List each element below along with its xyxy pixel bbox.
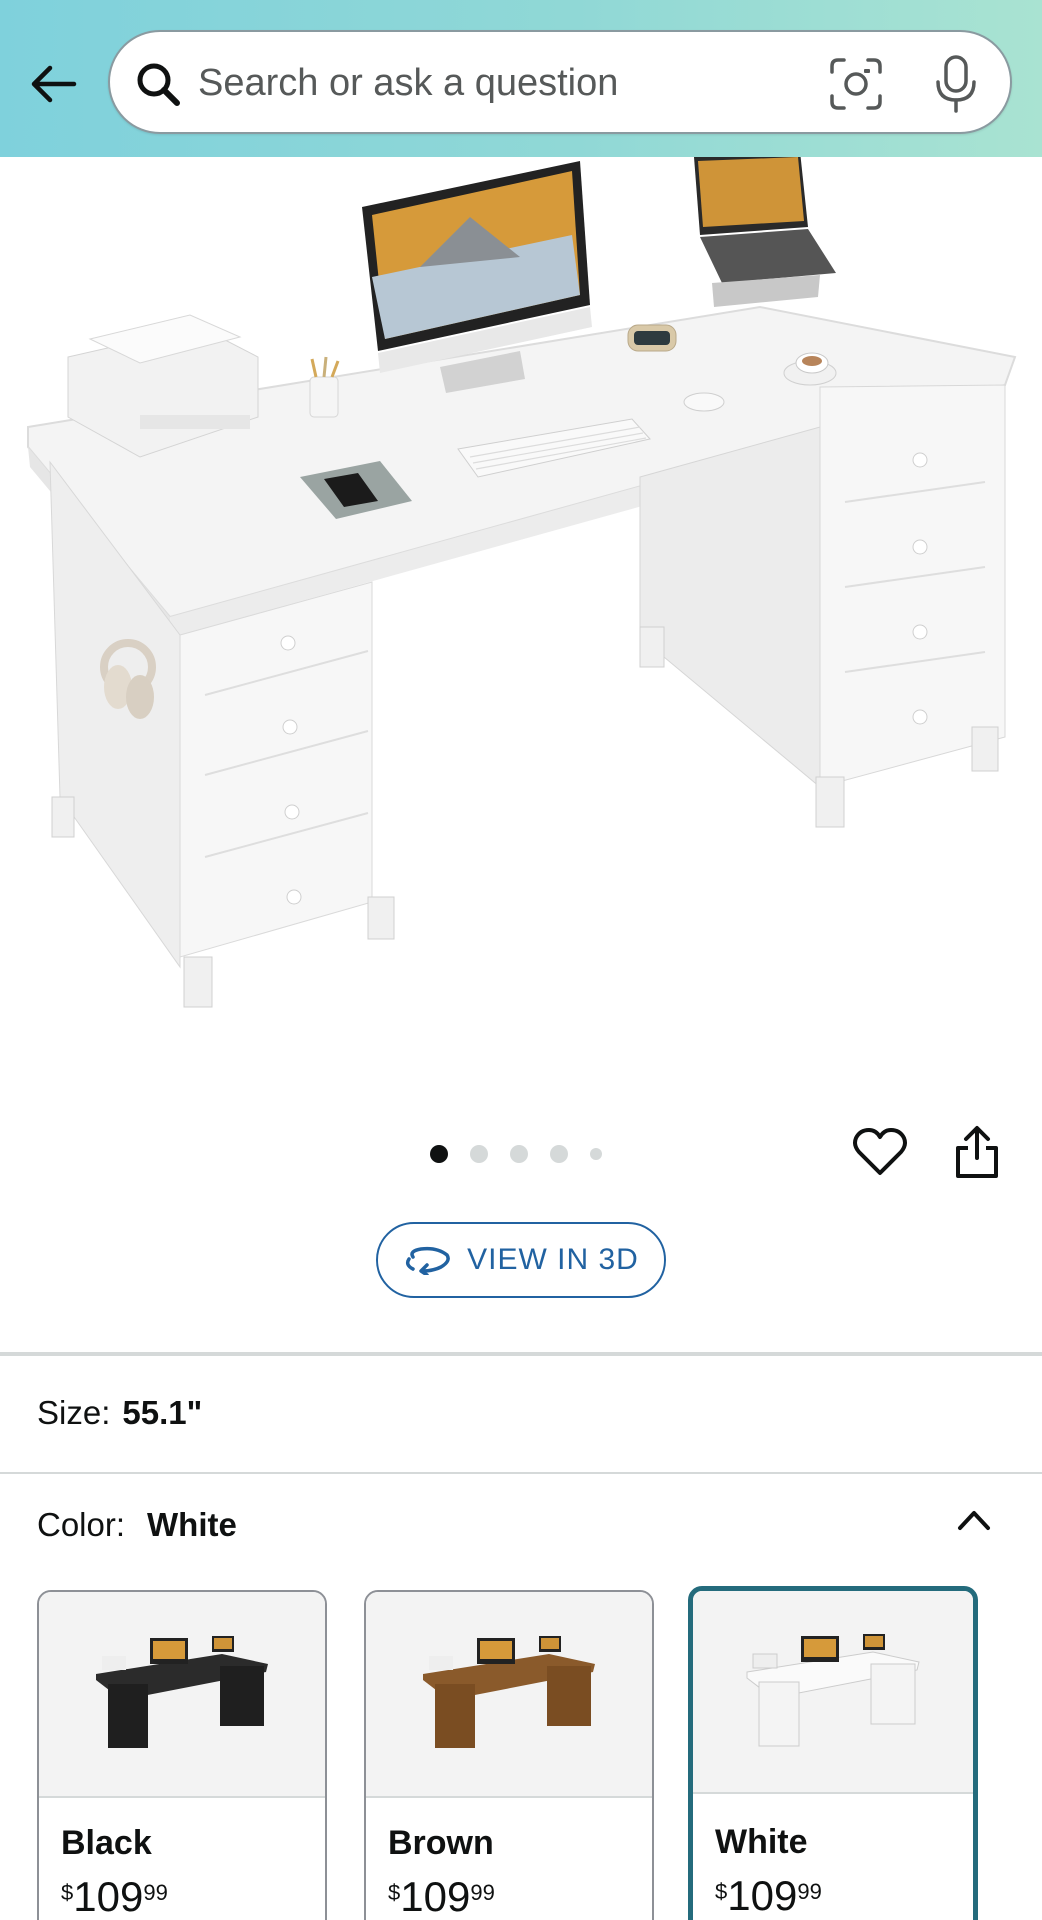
heart-icon[interactable] bbox=[852, 1126, 908, 1178]
section-divider bbox=[0, 1472, 1042, 1474]
swatch-name: Black bbox=[61, 1824, 152, 1862]
color-option-white[interactable]: White $109 99 bbox=[688, 1586, 978, 1920]
desk-illustration bbox=[27, 151, 1017, 1008]
size-selector[interactable]: Size: 55.1" bbox=[37, 1394, 202, 1432]
share-icon[interactable] bbox=[952, 1124, 1002, 1180]
carousel-dot-3[interactable] bbox=[510, 1145, 528, 1163]
rotate-3d-icon bbox=[406, 1246, 451, 1275]
price-currency: $ bbox=[61, 1880, 74, 1905]
view-in-3d-label: VIEW IN 3D bbox=[467, 1243, 639, 1276]
swatch-image bbox=[693, 1591, 973, 1794]
desk-thumbnail bbox=[96, 1636, 268, 1748]
price-currency: $ bbox=[715, 1879, 728, 1904]
price-cents: 99 bbox=[143, 1880, 168, 1905]
search-icon bbox=[137, 63, 180, 106]
image-carousel-dots bbox=[430, 1144, 602, 1164]
price-cents: 99 bbox=[470, 1880, 495, 1905]
price-whole: 109 bbox=[73, 1873, 144, 1920]
product-main-image[interactable] bbox=[0, 151, 1042, 1077]
price-whole: 109 bbox=[400, 1873, 471, 1920]
color-selector-header[interactable]: Color: White bbox=[37, 1506, 237, 1544]
back-button[interactable] bbox=[24, 55, 82, 113]
color-value: White bbox=[147, 1506, 237, 1543]
swatch-image bbox=[366, 1592, 652, 1798]
desk-thumbnail bbox=[746, 1633, 920, 1746]
swatch-price: $109 99 bbox=[388, 1876, 495, 1918]
size-label: Size: bbox=[37, 1394, 111, 1431]
swatch-name: White bbox=[715, 1823, 808, 1861]
chevron-up-icon[interactable] bbox=[954, 1504, 994, 1534]
desk-thumbnail bbox=[423, 1636, 595, 1748]
camera-lens-icon[interactable] bbox=[828, 56, 884, 112]
swatch-price: $109 99 bbox=[715, 1875, 822, 1917]
color-option-black[interactable]: Black $109 99 bbox=[37, 1590, 327, 1920]
carousel-dot-4[interactable] bbox=[550, 1145, 568, 1163]
size-value: 55.1" bbox=[122, 1394, 203, 1431]
search-input[interactable] bbox=[198, 54, 758, 112]
carousel-dot-5[interactable] bbox=[590, 1148, 602, 1160]
microphone-icon[interactable] bbox=[930, 54, 982, 114]
swatch-price: $109 99 bbox=[61, 1876, 168, 1918]
price-whole: 109 bbox=[727, 1872, 798, 1919]
carousel-dot-2[interactable] bbox=[470, 1145, 488, 1163]
section-divider bbox=[0, 1352, 1042, 1356]
price-cents: 99 bbox=[797, 1879, 822, 1904]
carousel-dot-1[interactable] bbox=[430, 1145, 448, 1163]
arrow-left-icon bbox=[31, 65, 77, 103]
top-header bbox=[0, 0, 1042, 157]
color-label: Color: bbox=[37, 1506, 126, 1543]
swatch-name: Brown bbox=[388, 1824, 494, 1862]
color-option-brown[interactable]: Brown $109 99 bbox=[364, 1590, 654, 1920]
view-in-3d-button[interactable]: VIEW IN 3D bbox=[376, 1222, 666, 1298]
swatch-image bbox=[39, 1592, 325, 1798]
search-bar[interactable] bbox=[108, 30, 1012, 134]
price-currency: $ bbox=[388, 1880, 401, 1905]
